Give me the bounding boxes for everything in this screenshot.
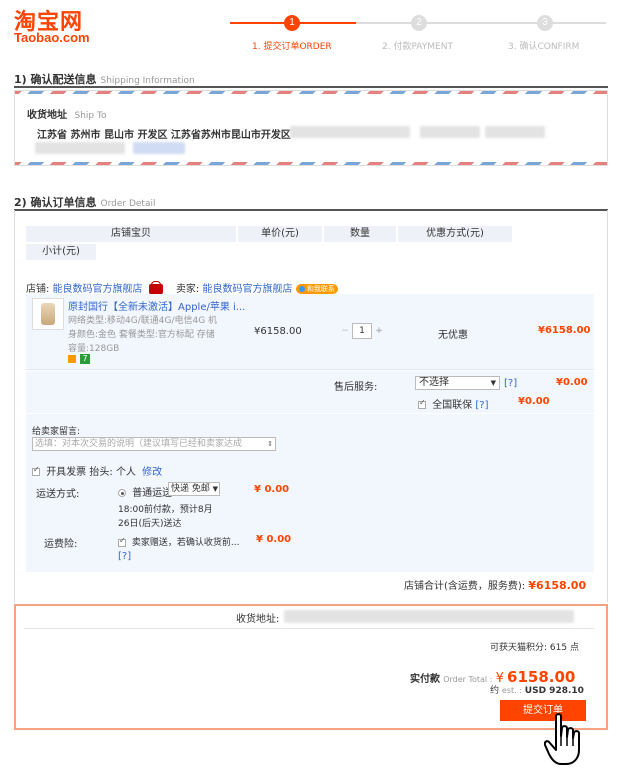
delivery-label: 运送方式: [36, 489, 80, 500]
after-sale-help-link[interactable]: [?] [504, 378, 517, 389]
after-sale-price: ¥0.00 [556, 377, 588, 388]
message-to-seller-input[interactable]: 选填：对本次交易的说明（建议填写已经和卖家达成 ⇕ [32, 437, 276, 451]
product-thumbnail[interactable] [32, 298, 64, 330]
ship-to-heading: 收货地址 Ship To [27, 110, 107, 121]
delivery-note-1: 18:00前付款，预计8月 [118, 505, 213, 515]
delivery-select[interactable]: 快递 免邮 ▼ [168, 482, 220, 496]
after-sale-label: 售后服务: [334, 382, 378, 393]
tmall-shop-icon [148, 281, 163, 294]
invoice-row: 开具发票 抬头: 个人 修改 [32, 463, 162, 478]
product-spec-2: 身颜色:金色 套餐类型:官方标配 存储 [68, 330, 215, 340]
chat-icon [298, 286, 305, 292]
redacted-address-3 [485, 126, 545, 138]
insurance-label: 运费险: [44, 539, 78, 550]
contact-seller-badge[interactable]: 和我联系 [295, 284, 338, 294]
redacted-summary-address [284, 610, 574, 623]
qty-input[interactable]: 1 [352, 323, 372, 339]
qty-decrease-button[interactable]: − [340, 324, 350, 338]
insurance-row: 卖家赠送，若确认收货前... [118, 535, 239, 548]
after-sale-select[interactable]: 不选择 ▼ [415, 376, 500, 390]
warranty-checkbox[interactable] [418, 398, 426, 409]
redacted-address-2 [420, 126, 480, 138]
shipping-section-title: 1) 确认配送信息 Shipping Information [14, 73, 195, 86]
warranty-help-link[interactable]: [?] [475, 400, 488, 411]
usd-estimate-row: 约 est. : USD 928.10 [490, 686, 584, 696]
shipping-address-card[interactable]: 收货地址 Ship To 江苏省 苏州市 昆山市 开发区 江苏省苏州市昆山市开发… [14, 90, 608, 166]
shop-total-row: 店铺合计(含运费，服务费): ¥6158.00 [404, 579, 587, 592]
step-3-circle: 3 [537, 15, 553, 31]
delivery-option: 普通运送 [118, 484, 172, 499]
hand-pointer-cursor-icon [544, 713, 580, 765]
redacted-name [35, 142, 125, 154]
credit-card-icon [68, 355, 76, 363]
taobao-logo-en[interactable]: Taobao.com [14, 30, 90, 45]
invoice-checkbox[interactable] [32, 465, 40, 476]
step-line-1 [230, 22, 292, 24]
insurance-checkbox[interactable] [118, 536, 126, 547]
insurance-help-link[interactable]: [?] [118, 551, 131, 562]
points-row: 可获天猫积分: 615 点 [490, 643, 579, 653]
shop-row: 店铺: 能良数码官方旗舰店 卖家: 能良数码官方旗舰店 和我联系 [26, 280, 338, 295]
step-2-circle: 2 [411, 15, 427, 31]
item-subtotal: ¥6158.00 [538, 325, 591, 336]
step-3-label: 3. 确认CONFIRM [508, 42, 580, 52]
shipping-divider [14, 86, 608, 88]
product-title-link[interactable]: 原封国行【全新未激活】Apple/苹果 i... [68, 298, 245, 313]
step-line-1b [292, 22, 356, 24]
resize-icon: ⇕ [267, 440, 273, 448]
delivery-price: ¥ 0.00 [254, 484, 290, 495]
item-unit-price: ¥6158.00 [254, 326, 302, 337]
airmail-border-top [15, 91, 607, 94]
summary-address-label: 收货地址: [236, 614, 280, 625]
shop-total-amount: ¥6158.00 [528, 579, 587, 592]
redacted-address [290, 126, 410, 138]
col-header-price: 单价(元) [238, 226, 322, 242]
summary-divider [24, 628, 594, 629]
item-discount: 无优惠 [438, 330, 468, 341]
step-line-rest [356, 22, 606, 24]
col-header-qty: 数量 [324, 226, 396, 242]
step-2-label: 2. 付款PAYMENT [382, 42, 453, 52]
ship-address-text: 江苏省 苏州市 昆山市 开发区 江苏省苏州市昆山市开发区 [37, 130, 291, 141]
dropdown-arrow-icon: ▼ [490, 379, 496, 387]
product-spec-1: 网络类型:移动4G/联通4G/电信4G 机 [68, 316, 218, 326]
col-header-discount: 优惠方式(元) [398, 226, 512, 242]
product-spec-3: 容量:128GB [68, 344, 120, 354]
delivery-note-2: 26日(后天)送达 [118, 519, 182, 529]
seven-day-return-icon: 7 [80, 354, 90, 364]
delivery-radio[interactable] [118, 489, 126, 497]
warranty-row: 全国联保 [?] [418, 396, 489, 411]
airmail-border-bottom [15, 162, 607, 165]
col-header-item: 店铺宝贝 [26, 226, 236, 242]
invoice-edit-link[interactable]: 修改 [142, 467, 162, 478]
dropdown-arrow-icon: ▼ [212, 485, 218, 493]
insurance-price: ¥ 0.00 [256, 534, 292, 545]
step-1-label: 1. 提交订单ORDER [252, 42, 332, 52]
warranty-price: ¥0.00 [518, 396, 550, 407]
qty-increase-button[interactable]: + [374, 324, 384, 338]
message-label: 给卖家留言: [32, 427, 81, 437]
step-1-circle: 1 [284, 15, 300, 31]
order-section-title: 2) 确认订单信息 Order Detail [14, 196, 156, 209]
col-header-subtotal: 小计(元) [26, 244, 96, 260]
redacted-phone [133, 142, 185, 154]
phone-image [41, 303, 55, 325]
